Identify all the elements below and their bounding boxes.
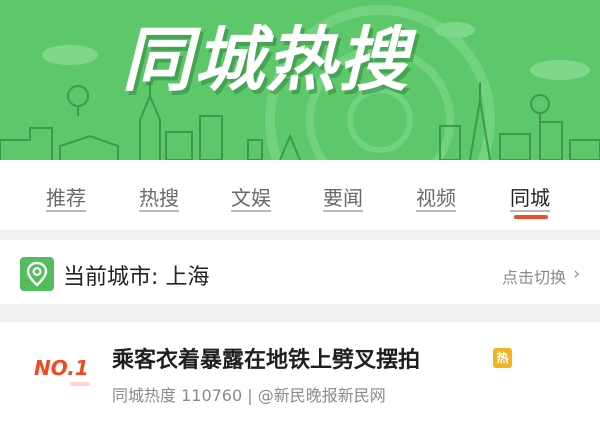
city-bar: 当前城市: 上海 点击切换 › bbox=[0, 240, 600, 304]
switch-city-button[interactable]: 点击切换 bbox=[502, 264, 566, 288]
location-pin-icon bbox=[20, 257, 54, 291]
tab-local[interactable]: 同城 bbox=[510, 182, 550, 211]
tab-bar: 推荐 热搜 文娱 要闻 视频 同城 bbox=[0, 160, 600, 230]
tab-entertainment[interactable]: 文娱 bbox=[231, 182, 271, 211]
list-item[interactable]: NO.1 乘客衣着暴露在地铁上劈叉摆拍 热 同城热度 110760 | @新民晚… bbox=[0, 322, 600, 436]
hot-badge: 热 bbox=[493, 348, 512, 368]
rank-underline bbox=[70, 382, 90, 386]
tab-hot-search[interactable]: 热搜 bbox=[139, 182, 179, 211]
rank-number: NO.1 bbox=[34, 356, 89, 380]
banner: 同城热搜 bbox=[0, 0, 600, 160]
chevron-right-icon[interactable]: › bbox=[573, 264, 580, 284]
current-city-label: 当前城市: 上海 bbox=[63, 265, 210, 290]
banner-title: 同城热搜 bbox=[122, 19, 410, 101]
divider bbox=[0, 304, 600, 322]
tab-recommend[interactable]: 推荐 bbox=[46, 182, 86, 211]
item-meta: 同城热度 110760 | @新民晚报新民网 bbox=[112, 386, 386, 405]
divider bbox=[0, 230, 600, 240]
active-tab-indicator bbox=[514, 215, 548, 219]
headline-link[interactable]: 乘客衣着暴露在地铁上劈叉摆拍 bbox=[112, 342, 420, 374]
tab-video[interactable]: 视频 bbox=[416, 182, 456, 211]
tab-news[interactable]: 要闻 bbox=[323, 182, 363, 211]
